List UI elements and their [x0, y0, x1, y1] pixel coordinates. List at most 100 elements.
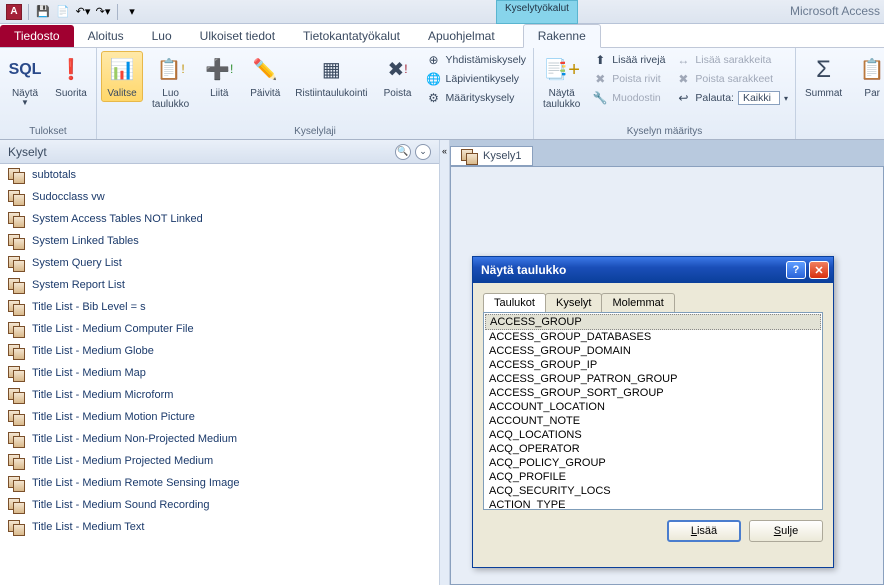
tab-queries[interactable]: Kyselyt	[545, 293, 602, 312]
crosstab-icon: ▦	[315, 54, 347, 86]
showtable-button[interactable]: 📑+ Näytä taulukko	[538, 51, 585, 113]
tab-addins[interactable]: Apuohjelmat	[414, 25, 509, 47]
return-value[interactable]: Kaikki	[738, 91, 780, 105]
qat-customize-icon[interactable]: ▾	[124, 4, 140, 20]
maketable-label-2: taulukko	[152, 99, 189, 110]
deleterows-button[interactable]: ✖Poista rivit	[589, 70, 668, 88]
list-item[interactable]: ACQ_POLICY_GROUP	[485, 456, 821, 470]
deletecols-button[interactable]: ✖Poista sarakkeet	[672, 70, 791, 88]
list-item[interactable]: ACQ_SECURITY_LOCS	[485, 484, 821, 498]
delete-label: Poista	[384, 88, 412, 99]
dialog-titlebar[interactable]: Näytä taulukko ? ✕	[473, 257, 833, 283]
list-item[interactable]: ACCESS_GROUP_SORT_GROUP	[485, 386, 821, 400]
builder-label: Muodostin	[612, 92, 660, 104]
run-button[interactable]: ❗ Suorita	[50, 51, 92, 102]
list-item[interactable]: ACQ_PROFILE	[485, 470, 821, 484]
append-button[interactable]: ➕! Liitä	[198, 51, 240, 102]
nav-item[interactable]: Title List - Medium Microform	[0, 384, 439, 406]
return-combo[interactable]: ↩Palauta: Kaikki▾	[672, 89, 791, 107]
datadef-button[interactable]: ⚙Määrityskysely	[423, 89, 530, 107]
list-item[interactable]: ACCESS_GROUP	[485, 314, 821, 330]
nav-item[interactable]: System Query List	[0, 252, 439, 274]
params-button[interactable]: 📋 Par	[851, 51, 884, 102]
insertrows-button[interactable]: ⬆Lisää rivejä	[589, 51, 668, 69]
tab-create[interactable]: Luo	[138, 25, 186, 47]
nav-item[interactable]: Title List - Bib Level = s	[0, 296, 439, 318]
select-icon: 📊	[106, 54, 138, 86]
nav-item-label: Title List - Medium Microform	[32, 389, 173, 401]
params-icon: 📋	[856, 54, 884, 86]
crosstab-label: Ristiintaulukointi	[295, 88, 367, 99]
nav-item-label: Title List - Medium Non-Projected Medium	[32, 433, 237, 445]
nav-item-label: Title List - Medium Globe	[32, 345, 154, 357]
nav-item[interactable]: Title List - Medium Text	[0, 516, 439, 538]
nav-item[interactable]: Title List - Medium Map	[0, 362, 439, 384]
datadef-icon: ⚙	[426, 90, 442, 106]
list-item[interactable]: ACCESS_GROUP_DATABASES	[485, 330, 821, 344]
search-icon[interactable]: 🔍	[395, 144, 411, 160]
nav-item[interactable]: Title List - Medium Globe	[0, 340, 439, 362]
chevron-down-icon[interactable]: ⌄	[415, 144, 431, 160]
union-button[interactable]: ⊕Yhdistämiskysely	[423, 51, 530, 69]
delete-button[interactable]: ✖! Poista	[377, 51, 419, 102]
list-item[interactable]: ACCESS_GROUP_IP	[485, 358, 821, 372]
tab-both[interactable]: Molemmat	[601, 293, 674, 312]
maketable-button[interactable]: 📋! Luo taulukko	[147, 51, 194, 113]
passthrough-button[interactable]: 🌐Läpivientikysely	[423, 70, 530, 88]
nav-item-label: Sudocclass vw	[32, 191, 105, 203]
table-listbox[interactable]: ACCESS_GROUPACCESS_GROUP_DATABASESACCESS…	[483, 312, 823, 510]
builder-button[interactable]: 🔧Muodostin	[589, 89, 668, 107]
totals-button[interactable]: Σ Summat	[800, 51, 847, 102]
view-button[interactable]: SQL Näytä ▼	[4, 51, 46, 111]
update-button[interactable]: ✏️ Päivitä	[244, 51, 286, 102]
tab-design[interactable]: Rakenne	[523, 24, 601, 48]
nav-item[interactable]: System Linked Tables	[0, 230, 439, 252]
nav-item-label: System Report List	[32, 279, 125, 291]
nav-list[interactable]: subtotals Sudocclass vw System Access Tabl…	[0, 164, 439, 585]
insertrows-label: Lisää rivejä	[612, 54, 665, 66]
add-button[interactable]: Lisää	[667, 520, 741, 542]
tab-tables[interactable]: Taulukot	[483, 293, 546, 312]
list-item[interactable]: ACTION_TYPE	[485, 498, 821, 510]
collapse-handle[interactable]: «	[440, 140, 450, 585]
nav-item[interactable]: Sudocclass vw	[0, 186, 439, 208]
document-tab[interactable]: Kysely1	[450, 146, 533, 166]
query-icon	[8, 454, 24, 468]
list-item[interactable]: ACCESS_GROUP_PATRON_GROUP	[485, 372, 821, 386]
nav-header[interactable]: Kyselyt 🔍 ⌄	[0, 140, 439, 164]
nav-item[interactable]: Title List - Medium Motion Picture	[0, 406, 439, 428]
nav-item[interactable]: System Access Tables NOT Linked	[0, 208, 439, 230]
close-icon[interactable]: ✕	[809, 261, 829, 279]
nav-item[interactable]: subtotals	[0, 164, 439, 186]
list-item[interactable]: ACCOUNT_LOCATION	[485, 400, 821, 414]
nav-item[interactable]: Title List - Medium Sound Recording	[0, 494, 439, 516]
list-item[interactable]: ACQ_LOCATIONS	[485, 428, 821, 442]
sigma-icon: Σ	[808, 54, 840, 86]
tab-home[interactable]: Aloitus	[74, 25, 138, 47]
query-icon	[8, 410, 24, 424]
save-icon[interactable]: 💾	[35, 4, 51, 20]
nav-item[interactable]: System Report List	[0, 274, 439, 296]
undo-icon[interactable]: ↶▾	[75, 4, 91, 20]
help-button[interactable]: ?	[786, 261, 806, 279]
insertcols-button[interactable]: ↔Lisää sarakkeita	[672, 51, 791, 69]
redo-icon[interactable]: ↷▾	[95, 4, 111, 20]
tab-dbtools[interactable]: Tietokantatyökalut	[289, 25, 414, 47]
list-item[interactable]: ACQ_OPERATOR	[485, 442, 821, 456]
nav-item[interactable]: Title List - Medium Non-Projected Medium	[0, 428, 439, 450]
list-item[interactable]: ACCOUNT_NOTE	[485, 414, 821, 428]
tab-file[interactable]: Tiedosto	[0, 25, 74, 47]
query-icon	[8, 366, 24, 380]
close-button[interactable]: Sulje	[749, 520, 823, 542]
nav-item[interactable]: Title List - Medium Computer File	[0, 318, 439, 340]
crosstab-button[interactable]: ▦ Ristiintaulukointi	[290, 51, 372, 102]
dropdown-icon: ▾	[784, 94, 788, 103]
list-item[interactable]: ACCESS_GROUP_DOMAIN	[485, 344, 821, 358]
tab-external[interactable]: Ulkoiset tiedot	[186, 25, 289, 47]
select-query-button[interactable]: 📊 Valitse	[101, 51, 143, 102]
nav-item[interactable]: Title List - Medium Remote Sensing Image	[0, 472, 439, 494]
qat-icon[interactable]: 📄	[55, 4, 71, 20]
nav-item-label: System Linked Tables	[32, 235, 139, 247]
totals-label: Summat	[805, 88, 842, 99]
nav-item[interactable]: Title List - Medium Projected Medium	[0, 450, 439, 472]
